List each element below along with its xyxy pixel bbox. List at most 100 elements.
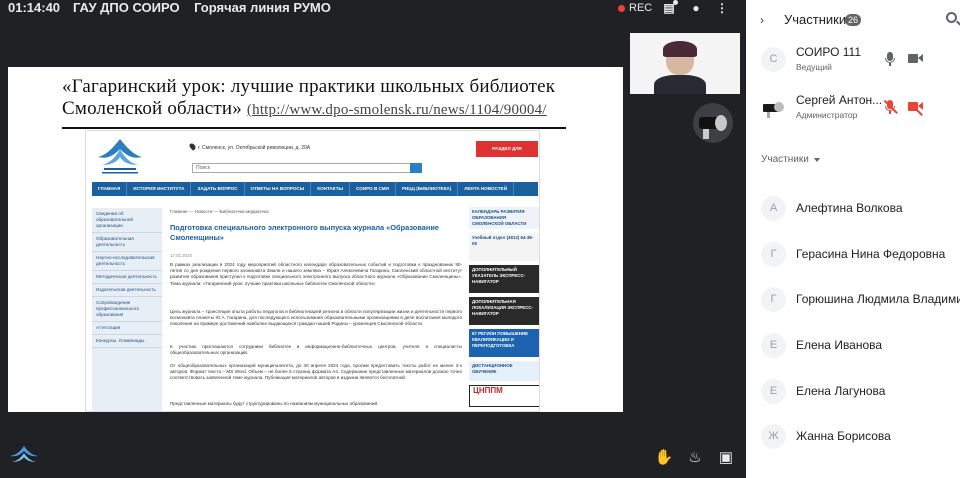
- nav-item[interactable]: ЗАДАТЬ ВОПРОС: [191, 182, 245, 196]
- speaker-body: [654, 75, 706, 94]
- location-pin-icon: [188, 142, 197, 151]
- banner-navigator[interactable]: ДОПОЛНИТЕЛЬНЫЙ УКАЗАТЕЛЬ ЭКСПРЕСС-НАВИГА…: [469, 265, 539, 293]
- participant-name: Елена Лагунова: [796, 384, 886, 398]
- hand-icon[interactable]: ✋: [653, 447, 675, 469]
- sidebar-link[interactable]: Образовательная деятельность: [92, 233, 162, 252]
- participants-section-label: Участники: [761, 154, 809, 165]
- participant-name: СОИРО 111: [796, 45, 862, 59]
- sidebar-link[interactable]: Аттестация: [92, 322, 162, 335]
- sidebar-link[interactable]: Сопровождение профессионального образова…: [92, 297, 162, 322]
- site-search-button[interactable]: [410, 163, 422, 173]
- avatar: [761, 95, 786, 120]
- camera-lens-shape: [715, 115, 727, 131]
- breadcrumb[interactable]: Главная — Новости — Библиотека-медиатека: [170, 209, 269, 214]
- nav-item[interactable]: ЛЕНТА НОВОСТЕЙ: [458, 182, 514, 196]
- caret-down-icon[interactable]: [814, 158, 820, 162]
- site-search-input[interactable]: Поиск: [192, 163, 418, 173]
- participant-name: Горюшина Людмила Владими...: [796, 292, 960, 306]
- meeting-timer: 01:14:40: [8, 0, 61, 15]
- avatar: Ж: [761, 424, 786, 449]
- chevron-right-icon[interactable]: ›: [760, 13, 764, 27]
- panel-title: Участники: [784, 12, 847, 27]
- participant-name: Елена Иванова: [796, 338, 883, 352]
- sidebar-link[interactable]: Методическая деятельность: [92, 271, 162, 284]
- participant-role: Ведущий: [796, 62, 832, 72]
- nav-item[interactable]: ГЛАВНАЯ: [92, 182, 128, 196]
- participant-name: Жанна Борисова: [796, 429, 891, 443]
- top-bar: 01:14:40 ГАУ ДПО СОИРО Горячая линия РУМ…: [0, 0, 746, 18]
- article-paragraph: В рамках реализации в 2024 году мероприя…: [170, 262, 462, 286]
- search-icon[interactable]: [946, 12, 957, 23]
- meeting-org: ГАУ ДПО СОИРО: [73, 0, 180, 15]
- nav-item[interactable]: ИСТОРИЯ ИНСТИТУТА: [127, 182, 192, 196]
- record-dot-icon: [618, 5, 625, 12]
- camera-avatar-icon: [763, 102, 784, 118]
- more-vert-icon[interactable]: ⋮: [714, 1, 730, 15]
- participant-name: Алефтина Волкова: [796, 201, 903, 215]
- participant-row[interactable]: Ж Жанна Борисова: [746, 418, 960, 454]
- banner-cnppm[interactable]: ЦНППМ: [469, 385, 539, 407]
- video-camera-icon[interactable]: [908, 53, 924, 64]
- banner-distance[interactable]: ДИСТАНЦИОННОЕ ОБУЧЕНИЕ: [469, 361, 539, 381]
- avatar: Г: [761, 287, 786, 312]
- avatar: Г: [761, 242, 786, 267]
- record-indicator: REC: [629, 2, 653, 14]
- video-off-icon[interactable]: [908, 101, 924, 116]
- person-icon[interactable]: ●: [688, 1, 704, 15]
- nav-item[interactable]: КОНТАКТЫ: [311, 182, 351, 196]
- fire-icon[interactable]: ♨: [684, 447, 706, 469]
- article-paragraph: Представленные материалы будут структури…: [170, 401, 379, 406]
- nav-item[interactable]: РИЦЦ (БИБЛИОТЕКА): [396, 182, 459, 196]
- banner-67-region[interactable]: 67 РЕГИОН ПОВЫШЕНИЕ КВАЛИФИКАЦИИ И ПЕРЕП…: [469, 329, 539, 357]
- soiro-logo-icon: [98, 139, 142, 174]
- participant-camera-avatar[interactable]: [693, 103, 733, 143]
- participant-row[interactable]: Г Герасина Нина Федоровна: [746, 236, 960, 272]
- shared-slide: «Гагаринский урок: лучшие практики школь…: [8, 67, 623, 412]
- participant-name: Сергей Антон...: [796, 93, 883, 107]
- microphone-muted-icon[interactable]: [883, 99, 898, 115]
- sidebar-link[interactable]: Издательская деятельность: [92, 284, 162, 297]
- staff-section-button[interactable]: РАЗДЕЛ ДЛЯ СОТРУДНИКОВ: [476, 141, 538, 167]
- presenter-name: Горячая линия РУМО: [194, 0, 331, 15]
- sidebar-link[interactable]: Сведения об образовательной организации: [92, 208, 162, 233]
- participant-row[interactable]: А Алефтина Волкова: [746, 190, 960, 226]
- screen-share-icon[interactable]: ▣: [715, 447, 737, 469]
- site-sidebar: Сведения об образовательной организации …: [92, 208, 162, 411]
- participant-count-badge: 26: [845, 14, 862, 26]
- participant-row[interactable]: Г Горюшина Людмила Владими...: [746, 281, 960, 317]
- participant-name: Герасина Нина Федоровна: [796, 247, 946, 261]
- app-logo-icon: [10, 446, 38, 462]
- article-paragraph: Цель журнала – трансляция опыта работы п…: [170, 309, 462, 327]
- participants-panel: › Участники 26 С СОИРО 111 Ведущий Серге…: [746, 0, 960, 478]
- avatar: А: [761, 196, 786, 221]
- camera-stand-shape: [703, 129, 709, 139]
- chat-badge: [673, 0, 678, 5]
- slide-divider: [62, 127, 566, 129]
- banner-phone[interactable]: Учебный отдел (4812) 64-38-05: [469, 233, 539, 261]
- nav-item[interactable]: СОИРО В СМИ: [350, 182, 396, 196]
- meeting-name: ГАУ ДПО СОИРО Горячая линия РУМО: [73, 0, 331, 15]
- microphone-icon[interactable]: [883, 51, 897, 67]
- banner-localization[interactable]: ДОПОЛНИТЕЛЬНАЯ ЛОКАЛИЗАЦИЯ ЭКСПРЕСС-НАВИ…: [469, 297, 539, 325]
- avatar: Е: [761, 379, 786, 404]
- site-address: г. Смоленск, ул. Октябрьской революции, …: [198, 145, 311, 151]
- participant-row[interactable]: Е Елена Лагунова: [746, 373, 960, 409]
- slide-title: «Гагаринский урок: лучшие практики школь…: [62, 76, 622, 121]
- site-banners: КАЛЕНДАРЬ РАЗВИТИЯ ОБРАЗОВАНИЯ СМОЛЕНСКО…: [469, 207, 539, 411]
- speaker-hair: [663, 41, 697, 57]
- sidebar-link[interactable]: Конкурсы. Олимпиады.: [92, 335, 162, 348]
- speaker-video-tile[interactable]: [630, 33, 740, 94]
- sidebar-link[interactable]: Научно-исследовательская деятельность: [92, 252, 162, 271]
- slide-url[interactable]: (http://www.dpo-smolensk.ru/news/1104/90…: [247, 102, 547, 118]
- article-headline: Подготовка специального электронного вып…: [170, 223, 439, 242]
- participant-row-host[interactable]: С СОИРО 111 Ведущий: [746, 41, 960, 77]
- article-date: 17.01.2024: [170, 253, 192, 258]
- banner-calendar[interactable]: КАЛЕНДАРЬ РАЗВИТИЯ ОБРАЗОВАНИЯ СМОЛЕНСКО…: [469, 207, 539, 229]
- article-paragraph: От общеобразовательных организаций муниц…: [170, 363, 462, 381]
- video-conference-app: 01:14:40 ГАУ ДПО СОИРО Горячая линия РУМ…: [0, 0, 960, 478]
- participant-row-admin[interactable]: Сергей Антон... Администратор: [746, 89, 960, 125]
- avatar: Е: [761, 333, 786, 358]
- site-nav: ГЛАВНАЯ ИСТОРИЯ ИНСТИТУТА ЗАДАТЬ ВОПРОС …: [92, 182, 538, 196]
- participant-row[interactable]: Е Елена Иванова: [746, 327, 960, 363]
- nav-item[interactable]: ОТВЕТЫ НА ВОПРОСЫ: [245, 182, 312, 196]
